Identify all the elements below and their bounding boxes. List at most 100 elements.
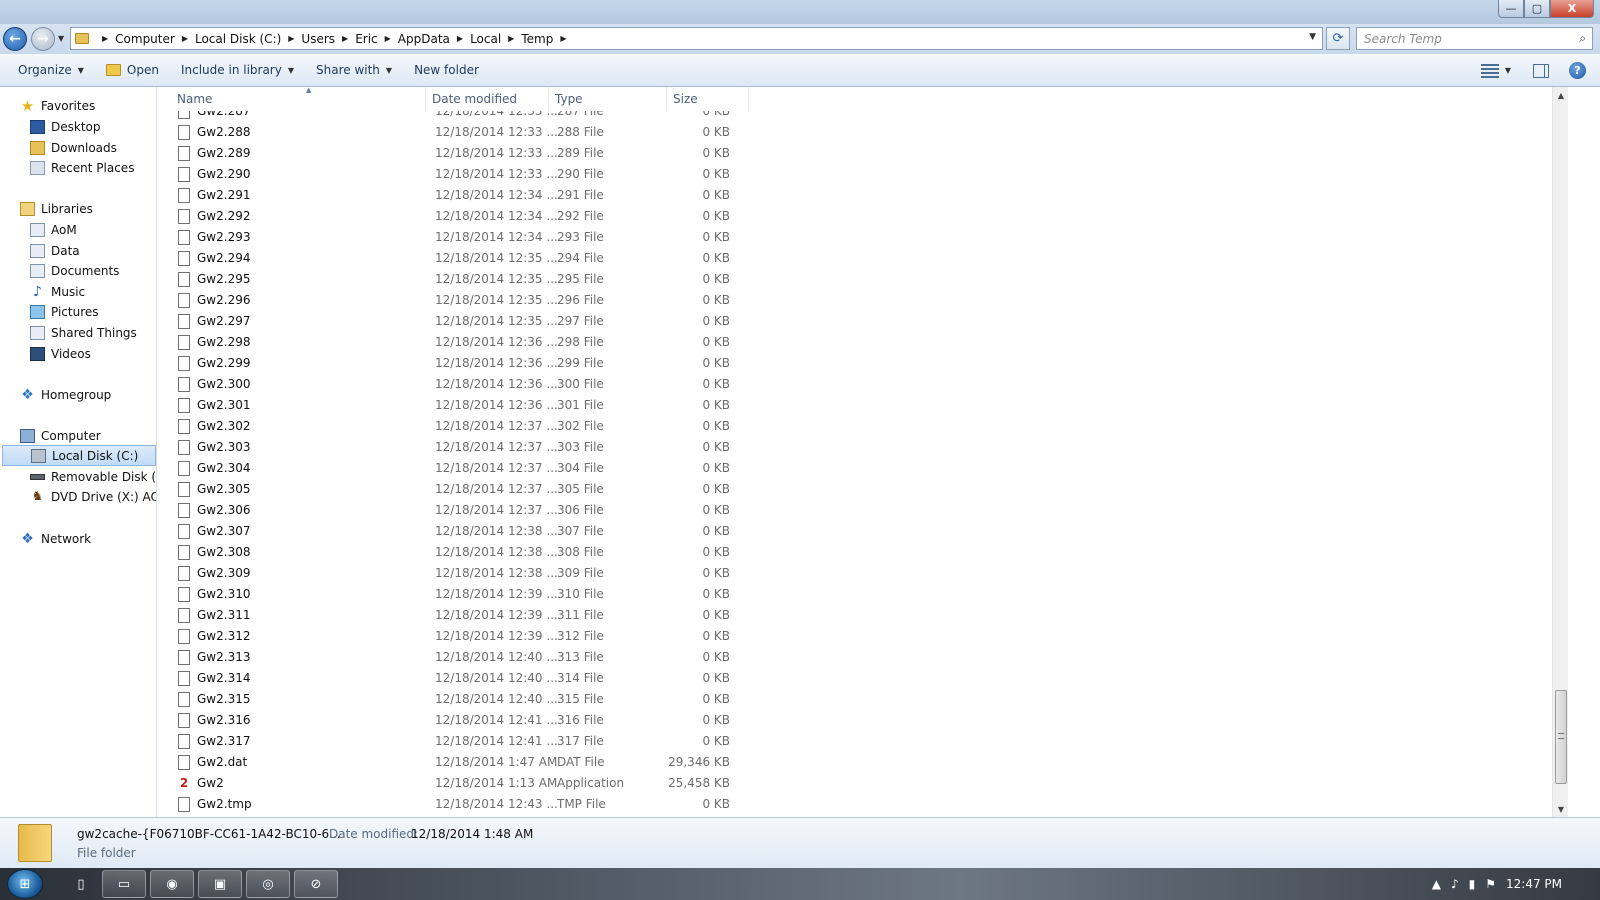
address-bar[interactable]: ▶ Computer ▶ Local Disk (C:) ▶ Users ▶ E… (70, 27, 1323, 50)
share-with-button[interactable]: Share with ▼ (308, 58, 400, 82)
file-row[interactable]: Gw2.297 12/18/2014 12:35 ... 297 File 0 KB (158, 311, 1552, 332)
file-row[interactable]: Gw2.tmp 12/18/2014 12:43 ... TMP File 0 KB (158, 794, 1552, 815)
chevron-right-icon[interactable]: ▶ (560, 34, 566, 43)
show-documents-button[interactable]: ▯ (68, 870, 94, 898)
file-row[interactable]: Gw2.295 12/18/2014 12:35 ... 295 File 0 KB (158, 269, 1552, 290)
file-row[interactable]: Gw2.299 12/18/2014 12:36 ... 299 File 0 KB (158, 353, 1552, 374)
preview-pane-icon[interactable] (1533, 63, 1549, 78)
maximize-button[interactable]: ▢ (1524, 0, 1550, 18)
action-center-flag-icon[interactable]: ⚑ (1485, 877, 1496, 891)
file-row[interactable]: Gw2.305 12/18/2014 12:37 ... 305 File 0 KB (158, 479, 1552, 500)
file-row[interactable]: Gw2.307 12/18/2014 12:38 ... 307 File 0 KB (158, 521, 1552, 542)
scrollbar-thumb[interactable] (1555, 690, 1567, 784)
file-row[interactable]: Gw2.294 12/18/2014 12:35 ... 294 File 0 KB (158, 248, 1552, 269)
chevron-right-icon[interactable]: ▶ (457, 34, 463, 43)
organize-button[interactable]: Organize ▼ (10, 58, 92, 82)
file-row[interactable]: Gw2.309 12/18/2014 12:38 ... 309 File 0 KB (158, 563, 1552, 584)
back-button[interactable]: ← (3, 27, 27, 51)
file-row[interactable]: Gw2.317 12/18/2014 12:41 ... 317 File 0 KB (158, 731, 1552, 752)
breadcrumb-appdata[interactable]: AppData (398, 32, 450, 46)
nav-aom[interactable]: AoM (30, 219, 77, 240)
nav-videos[interactable]: Videos (30, 343, 91, 364)
open-button[interactable]: Open (98, 58, 167, 82)
nav-removable-disk[interactable]: Removable Disk (F:) (30, 466, 156, 487)
breadcrumb-local-disk[interactable]: Local Disk (C:) (195, 32, 281, 46)
chevron-right-icon[interactable]: ▶ (508, 34, 514, 43)
file-row[interactable]: Gw2.dat 12/18/2014 1:47 AM DAT File 29,346 … (158, 752, 1552, 773)
close-button[interactable]: X (1550, 0, 1594, 18)
file-row[interactable]: Gw2.293 12/18/2014 12:34 ... 293 File 0 KB (158, 227, 1552, 248)
chevron-right-icon[interactable]: ▶ (385, 34, 391, 43)
clock[interactable]: 12:47 PM (1506, 877, 1562, 891)
chevron-right-icon[interactable]: ▶ (102, 34, 108, 43)
file-row[interactable]: Gw2.304 12/18/2014 12:37 ... 304 File 0 KB (158, 458, 1552, 479)
nav-pictures[interactable]: Pictures (30, 301, 99, 322)
file-row[interactable]: Gw2.301 12/18/2014 12:36 ... 301 File 0 KB (158, 395, 1552, 416)
chevron-right-icon[interactable]: ▶ (288, 34, 294, 43)
file-row[interactable]: Gw2.296 12/18/2014 12:35 ... 296 File 0 KB (158, 290, 1552, 311)
file-row[interactable]: Gw2.302 12/18/2014 12:37 ... 302 File 0 KB (158, 416, 1552, 437)
address-dropdown-icon[interactable]: ▼ (1309, 32, 1316, 42)
nav-favorites[interactable]: ★ Favorites (20, 95, 95, 116)
app-taskbar-button[interactable]: ◎ (246, 870, 290, 898)
nav-computer[interactable]: Computer (20, 425, 101, 446)
change-view-icon[interactable] (1480, 63, 1499, 78)
breadcrumb-eric[interactable]: Eric (355, 32, 377, 46)
nav-local-disk[interactable]: Local Disk (C:) (2, 445, 156, 466)
nav-desktop[interactable]: Desktop (30, 116, 101, 137)
search-icon[interactable]: ⌕ (1579, 31, 1586, 46)
chevron-down-icon[interactable]: ▼ (1505, 66, 1511, 75)
nav-music[interactable]: ♪ Music (30, 281, 85, 302)
refresh-button[interactable]: ⟳ (1326, 27, 1350, 50)
column-type[interactable]: Type (549, 87, 667, 111)
file-row[interactable]: Gw2.290 12/18/2014 12:33 ... 290 File 0 KB (158, 164, 1552, 185)
breadcrumb-users[interactable]: Users (301, 32, 335, 46)
column-size[interactable]: Size (667, 87, 749, 111)
file-row[interactable]: Gw2.289 12/18/2014 12:33 ... 289 File 0 KB (158, 143, 1552, 164)
file-row[interactable]: Gw2.313 12/18/2014 12:40 ... 313 File 0 KB (158, 647, 1552, 668)
breadcrumb-temp[interactable]: Temp (521, 32, 553, 46)
nav-documents[interactable]: Documents (30, 260, 119, 281)
chevron-right-icon[interactable]: ▶ (342, 34, 348, 43)
nav-downloads[interactable]: Downloads (30, 137, 117, 158)
chrome-taskbar-button[interactable]: ◉ (150, 870, 194, 898)
scroll-down-icon[interactable]: ▼ (1553, 801, 1569, 817)
file-row[interactable]: Gw2.291 12/18/2014 12:34 ... 291 File 0 KB (158, 185, 1552, 206)
start-button[interactable]: ⊞ (7, 869, 43, 899)
search-input[interactable]: Search Temp ⌕ (1356, 27, 1593, 50)
file-row[interactable]: Gw2.292 12/18/2014 12:34 ... 292 File 0 KB (158, 206, 1552, 227)
help-icon[interactable]: ? (1569, 62, 1586, 79)
recent-pages-dropdown[interactable]: ▼ (58, 34, 64, 43)
network-signal-icon[interactable]: ▮ (1469, 877, 1476, 891)
file-row[interactable]: Gw2.316 12/18/2014 12:41 ... 316 File 0 KB (158, 710, 1552, 731)
file-row[interactable]: Gw2.311 12/18/2014 12:39 ... 311 File 0 KB (158, 605, 1552, 626)
file-row[interactable]: Gw2.314 12/18/2014 12:40 ... 314 File 0 KB (158, 668, 1552, 689)
minimize-button[interactable]: — (1498, 0, 1524, 18)
file-row[interactable]: Gw2.303 12/18/2014 12:37 ... 303 File 0 KB (158, 437, 1552, 458)
show-hidden-icons-icon[interactable]: ▲ (1432, 877, 1441, 891)
chevron-right-icon[interactable]: ▶ (182, 34, 188, 43)
nav-libraries[interactable]: Libraries (20, 198, 93, 219)
nav-dvd-drive[interactable]: ♞ DVD Drive (X:) AOM (30, 486, 156, 507)
blocked-app-taskbar-button[interactable]: ⊘ (294, 870, 338, 898)
column-name[interactable]: Name ▲ (171, 87, 426, 111)
nav-network[interactable]: ❖ Network (20, 528, 91, 549)
nav-homegroup[interactable]: ❖ Homegroup (20, 384, 111, 405)
volume-icon[interactable]: ♪ (1451, 877, 1459, 891)
nav-shared-things[interactable]: Shared Things (30, 322, 137, 343)
file-row[interactable]: 2 Gw2 12/18/2014 1:13 AM Application 25,458 … (158, 773, 1552, 794)
breadcrumb-computer[interactable]: Computer (115, 32, 175, 46)
forward-button[interactable]: → (31, 27, 55, 51)
new-folder-button[interactable]: New folder (406, 58, 487, 82)
file-row[interactable]: Gw2.315 12/18/2014 12:40 ... 315 File 0 KB (158, 689, 1552, 710)
explorer-taskbar-button[interactable]: ▭ (102, 870, 146, 898)
file-row[interactable]: Gw2.310 12/18/2014 12:39 ... 310 File 0 KB (158, 584, 1552, 605)
file-row[interactable]: Gw2.300 12/18/2014 12:36 ... 300 File 0 KB (158, 374, 1552, 395)
breadcrumb-local[interactable]: Local (470, 32, 501, 46)
file-row[interactable]: Gw2.312 12/18/2014 12:39 ... 312 File 0 KB (158, 626, 1552, 647)
terminal-taskbar-button[interactable]: ▣ (198, 870, 242, 898)
file-row[interactable]: Gw2.308 12/18/2014 12:38 ... 308 File 0 KB (158, 542, 1552, 563)
nav-recent-places[interactable]: Recent Places (30, 157, 134, 178)
nav-data[interactable]: Data (30, 240, 80, 261)
column-date-modified[interactable]: Date modified (426, 87, 549, 111)
